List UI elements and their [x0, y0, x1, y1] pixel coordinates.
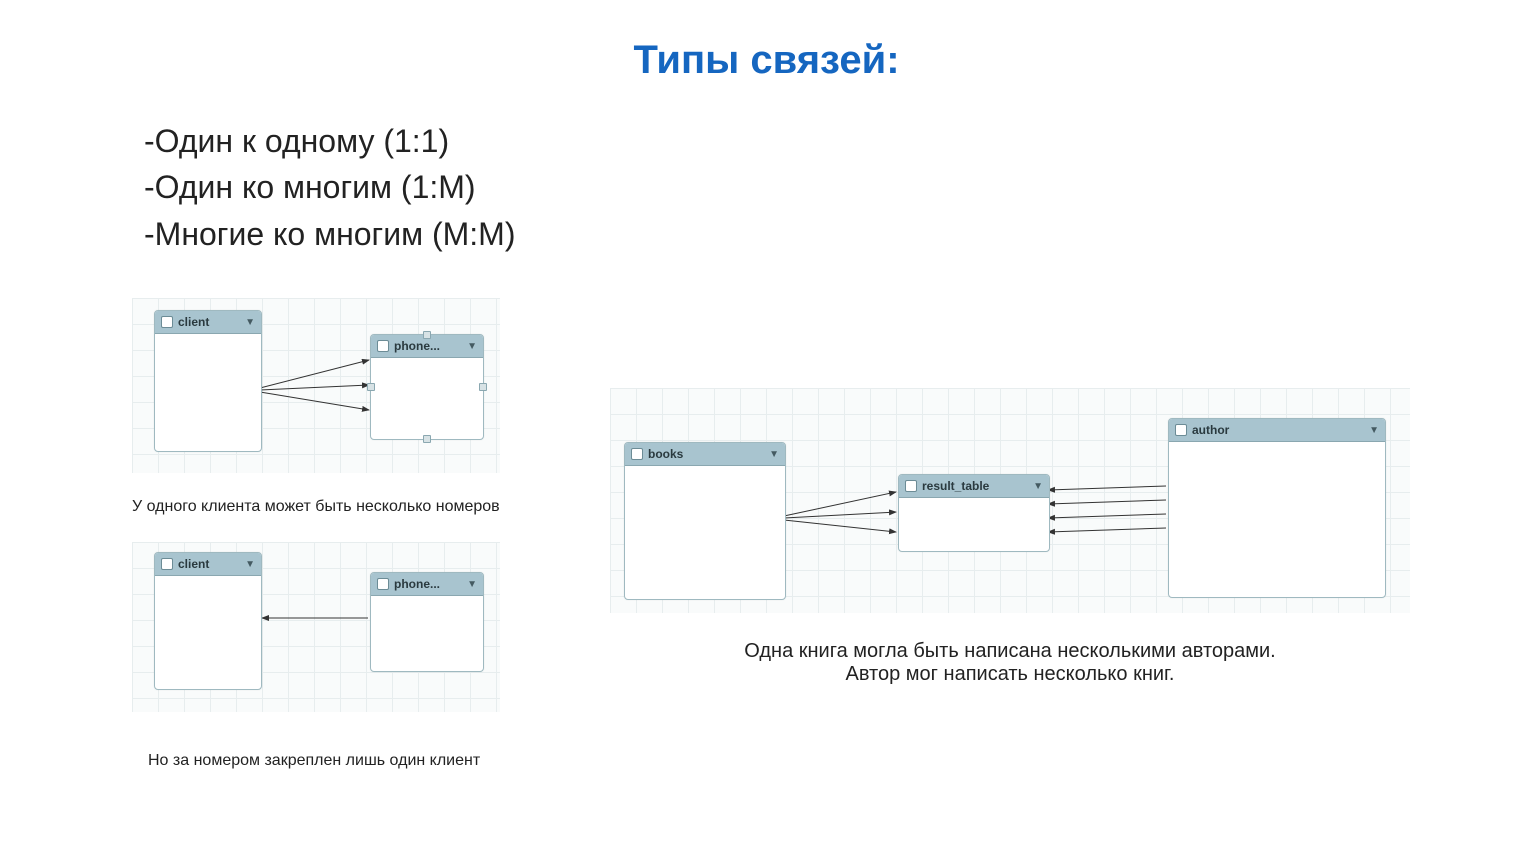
table-author-label: author [1192, 423, 1229, 437]
table-books: books ▼ [624, 442, 786, 600]
chevron-down-icon: ▼ [245, 317, 255, 328]
bullet-list: -Один к одному (1:1) -Один ко многим (1:… [144, 118, 515, 257]
chevron-down-icon: ▼ [1033, 481, 1043, 492]
table-books-label: books [648, 447, 683, 461]
slide: Типы связей: -Один к одному (1:1) -Один … [0, 0, 1533, 864]
diagram-1-to-many: client ▼ phone... ▼ [132, 298, 500, 473]
table-result-label: result_table [922, 479, 989, 493]
chevron-down-icon: ▼ [769, 449, 779, 460]
diagram-1-to-1: client ▼ phone... ▼ [132, 542, 500, 712]
diagram-1-caption: У одного клиента может быть несколько но… [132, 498, 532, 516]
table-client: client ▼ [154, 552, 262, 690]
table-icon [905, 480, 917, 492]
table-client: client ▼ [154, 310, 262, 452]
diagram-3-caption-line1: Одна книга могла быть написана нескольки… [610, 640, 1410, 663]
slide-title: Типы связей: [0, 38, 1533, 83]
table-phone-label: phone... [394, 577, 440, 591]
table-author: author ▼ [1168, 418, 1386, 598]
table-phone: phone... ▼ [370, 334, 484, 440]
bullet-2: -Один ко многим (1:М) [144, 164, 515, 210]
table-client-label: client [178, 315, 209, 329]
table-phone: phone... ▼ [370, 572, 484, 672]
table-client-label: client [178, 557, 209, 571]
table-icon [631, 448, 643, 460]
diagram-3-caption-line2: Автор мог написать несколько книг. [610, 663, 1410, 686]
table-icon [1175, 424, 1187, 436]
table-icon [377, 578, 389, 590]
table-icon [377, 340, 389, 352]
diagram-2-caption: Но за номером закреплен лишь один клиент [148, 752, 568, 770]
chevron-down-icon: ▼ [467, 579, 477, 590]
table-phone-label: phone... [394, 339, 440, 353]
table-result: result_table ▼ [898, 474, 1050, 552]
table-icon [161, 316, 173, 328]
bullet-3: -Многие ко многим (М:М) [144, 211, 515, 257]
bullet-1: -Один к одному (1:1) [144, 118, 515, 164]
diagram-many-to-many: books ▼ result_table ▼ author [610, 388, 1410, 613]
table-icon [161, 558, 173, 570]
diagram-3-caption: Одна книга могла быть написана нескольки… [610, 640, 1410, 686]
chevron-down-icon: ▼ [467, 341, 477, 352]
chevron-down-icon: ▼ [245, 559, 255, 570]
chevron-down-icon: ▼ [1369, 425, 1379, 436]
